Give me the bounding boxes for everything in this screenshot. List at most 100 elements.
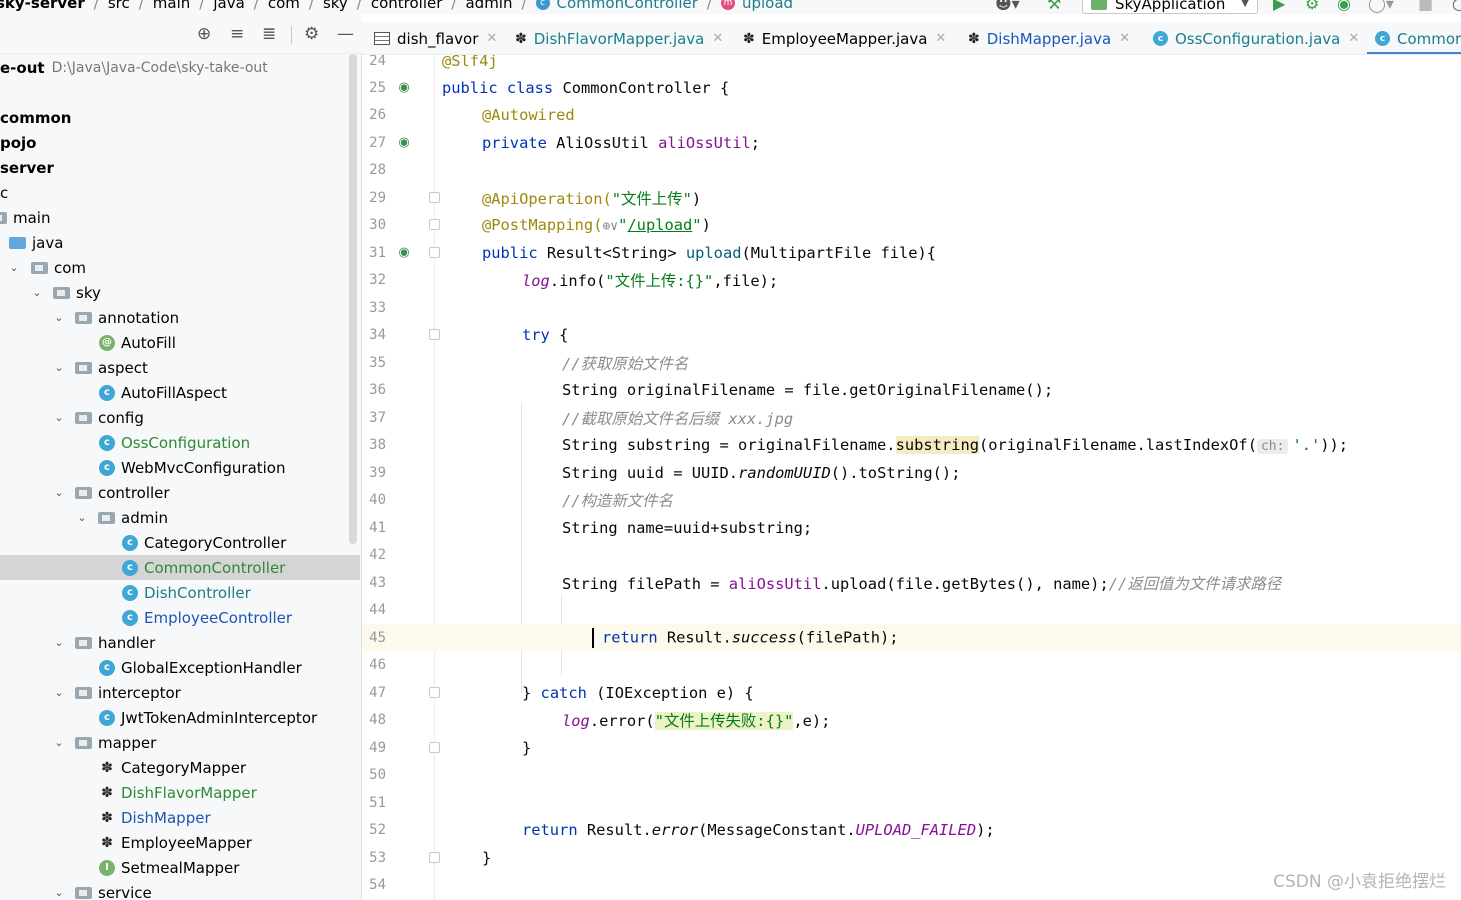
code-line-33[interactable]: 33	[362, 294, 1461, 321]
chevron-down-icon[interactable]: ⌄	[53, 736, 65, 749]
code-line-44[interactable]: 44	[362, 596, 1461, 623]
fold-marker[interactable]	[429, 852, 440, 863]
code-line-30[interactable]: 30 @PostMapping(⊕∨"/upload")	[362, 211, 1461, 238]
breadcrumb-item-method[interactable]: upload	[742, 0, 793, 12]
user-icon[interactable]: ☻▾	[995, 0, 1020, 13]
code-line-42[interactable]: 42	[362, 541, 1461, 568]
tree-item-handler[interactable]: ⌄ handler	[0, 630, 360, 655]
code-line-49[interactable]: 49 }	[362, 734, 1461, 761]
tree-item-annotation[interactable]: ⌄ annotation	[0, 305, 360, 330]
tree-item-jwttokenadmininterceptor[interactable]: c JwtTokenAdminInterceptor	[0, 705, 360, 730]
chevron-down-icon[interactable]: ⌄	[53, 411, 65, 424]
tab-employeemapper[interactable]: ✽ EmployeeMapper.java ✕	[743, 22, 946, 54]
tab-ossconfiguration[interactable]: c OssConfiguration.java ✕	[1153, 22, 1359, 54]
project-scrollbar[interactable]	[349, 54, 357, 544]
tree-item-service[interactable]: ⌄ service	[0, 880, 360, 900]
chevron-down-icon[interactable]: ⌄	[53, 361, 65, 374]
spring-endpoint-icon[interactable]: ◉	[395, 245, 413, 261]
breadcrumb-item-com[interactable]: com	[268, 0, 300, 12]
breadcrumb-item-class[interactable]: CommonController	[557, 0, 698, 12]
tree-item-com[interactable]: ⌄ com	[0, 255, 360, 280]
code-line-43[interactable]: 43 String filePath = aliOssUtil.upload(f…	[362, 569, 1461, 596]
code-line-36[interactable]: 36 String originalFilename = file.getOri…	[362, 376, 1461, 403]
tree-item-dishflavormapper[interactable]: ✽ DishFlavorMapper	[0, 780, 360, 805]
code-token[interactable]: /upload	[627, 216, 692, 234]
collapse-all-icon[interactable]: ≣	[262, 24, 276, 44]
tab-commoncontroller[interactable]: c Commor	[1366, 22, 1461, 54]
tree-item-pojo[interactable]: pojo	[0, 130, 360, 155]
code-line-32[interactable]: 32 log.info("文件上传:{}",file);	[362, 266, 1461, 293]
code-line-28[interactable]: 28	[362, 156, 1461, 183]
breadcrumb-item-java[interactable]: java	[213, 0, 244, 12]
tree-item-interceptor[interactable]: ⌄ interceptor	[0, 680, 360, 705]
fold-marker[interactable]	[429, 192, 440, 203]
code-line-29[interactable]: 29 @ApiOperation("文件上传")	[362, 184, 1461, 211]
tree-item-server[interactable]: server	[0, 155, 360, 180]
code-line-24[interactable]: 24 @Slf4j	[362, 55, 1461, 74]
breadcrumb-item-main[interactable]: main	[153, 0, 190, 12]
tree-item-admin[interactable]: ⌄ admin	[0, 505, 360, 530]
code-editor[interactable]: 24 @Slf4j 25 ◉ public class CommonContro…	[362, 55, 1461, 900]
tree-item-categorycontroller[interactable]: c CategoryController	[0, 530, 360, 555]
code-line-41[interactable]: 41 String name=uuid+substring;	[362, 514, 1461, 541]
breadcrumb-item-sky[interactable]: sky	[323, 0, 348, 12]
tree-item-setmealmapper[interactable]: I SetmealMapper	[0, 855, 360, 880]
chevron-down-icon[interactable]: ⌄	[53, 311, 65, 324]
tree-item-ossconfiguration[interactable]: c OssConfiguration	[0, 430, 360, 455]
chevron-down-icon[interactable]: ⌄	[53, 486, 65, 499]
tree-item-employeecontroller[interactable]: c EmployeeController	[0, 605, 360, 630]
tree-item-commoncontroller[interactable]: c CommonController	[0, 555, 360, 580]
tree-item-autofillaspect[interactable]: c AutoFillAspect	[0, 380, 360, 405]
close-icon[interactable]: ✕	[935, 31, 946, 46]
tree-item-dishmapper[interactable]: ✽ DishMapper	[0, 805, 360, 830]
tree-item-main[interactable]: main	[0, 205, 360, 230]
code-line-38[interactable]: 38 String substring = originalFilename.s…	[362, 431, 1461, 458]
spring-bean-icon[interactable]: ◉	[395, 80, 413, 96]
code-line-48[interactable]: 48 log.error("文件上传失败:{}",e);	[362, 706, 1461, 733]
fold-marker[interactable]	[429, 247, 440, 258]
tree-item-project-root[interactable]: e-out D:\Java\Java-Code\sky-take-out	[0, 55, 360, 80]
chevron-down-icon[interactable]: ⌄	[53, 686, 65, 699]
fold-marker[interactable]	[429, 219, 440, 230]
code-line-31[interactable]: 31 ◉ public Result<String> upload(Multip…	[362, 239, 1461, 266]
tree-item-sky[interactable]: ⌄ sky	[0, 280, 360, 305]
code-line-40[interactable]: 40 //构造新文件名	[362, 486, 1461, 513]
close-icon[interactable]: ✕	[712, 31, 723, 46]
stop-icon[interactable]: ■	[1418, 0, 1433, 13]
search-icon[interactable]: ○	[1452, 0, 1461, 13]
run-icon[interactable]: ▶	[1273, 0, 1285, 13]
tree-item-controller[interactable]: ⌄ controller	[0, 480, 360, 505]
fold-marker[interactable]	[429, 329, 440, 340]
tree-item-mapper[interactable]: ⌄ mapper	[0, 730, 360, 755]
chevron-down-icon[interactable]: ⌄	[76, 511, 88, 524]
code-line-51[interactable]: 51	[362, 789, 1461, 816]
tree-item-employeemapper[interactable]: ✽ EmployeeMapper	[0, 830, 360, 855]
code-line-35[interactable]: 35 //获取原始文件名	[362, 349, 1461, 376]
locate-file-icon[interactable]: ⊕	[197, 24, 211, 44]
code-line-47[interactable]: 47 } catch (IOException e) {	[362, 679, 1461, 706]
breadcrumb-item-controller[interactable]: controller	[371, 0, 443, 12]
code-line-26[interactable]: 26 @Autowired	[362, 101, 1461, 128]
code-line-37[interactable]: 37 //截取原始文件名后缀 xxx.jpg	[362, 404, 1461, 431]
code-line-52[interactable]: 52 return Result.error(MessageConstant.U…	[362, 816, 1461, 843]
hide-icon[interactable]: —	[337, 24, 354, 44]
spring-autowired-icon[interactable]: ◉	[395, 135, 413, 151]
close-icon[interactable]: ✕	[486, 31, 497, 46]
code-line-27[interactable]: 27 ◉ private AliOssUtil aliOssUtil;	[362, 129, 1461, 156]
breadcrumb-item-module[interactable]: sky-server	[0, 0, 85, 12]
code-line-45[interactable]: 45 return Result.success(filePath);	[362, 624, 1461, 651]
code-line-50[interactable]: 50	[362, 761, 1461, 788]
chevron-down-icon[interactable]: ⌄	[31, 286, 43, 299]
chevron-down-icon[interactable]: ⌄	[8, 261, 20, 274]
chevron-down-icon[interactable]: ⌄	[53, 636, 65, 649]
code-line-46[interactable]: 46	[362, 651, 1461, 678]
tree-item-aspect[interactable]: ⌄ aspect	[0, 355, 360, 380]
tree-item-webmvcconfiguration[interactable]: c WebMvcConfiguration	[0, 455, 360, 480]
debug-icon[interactable]: ⚙	[1305, 0, 1319, 13]
profile-icon[interactable]: ◯▾	[1368, 0, 1394, 13]
tree-item-categorymapper[interactable]: ✽ CategoryMapper	[0, 755, 360, 780]
breadcrumb-item-src[interactable]: src	[108, 0, 130, 12]
close-icon[interactable]: ✕	[1348, 31, 1359, 46]
fold-marker[interactable]	[429, 687, 440, 698]
close-icon[interactable]: ✕	[1119, 31, 1130, 46]
